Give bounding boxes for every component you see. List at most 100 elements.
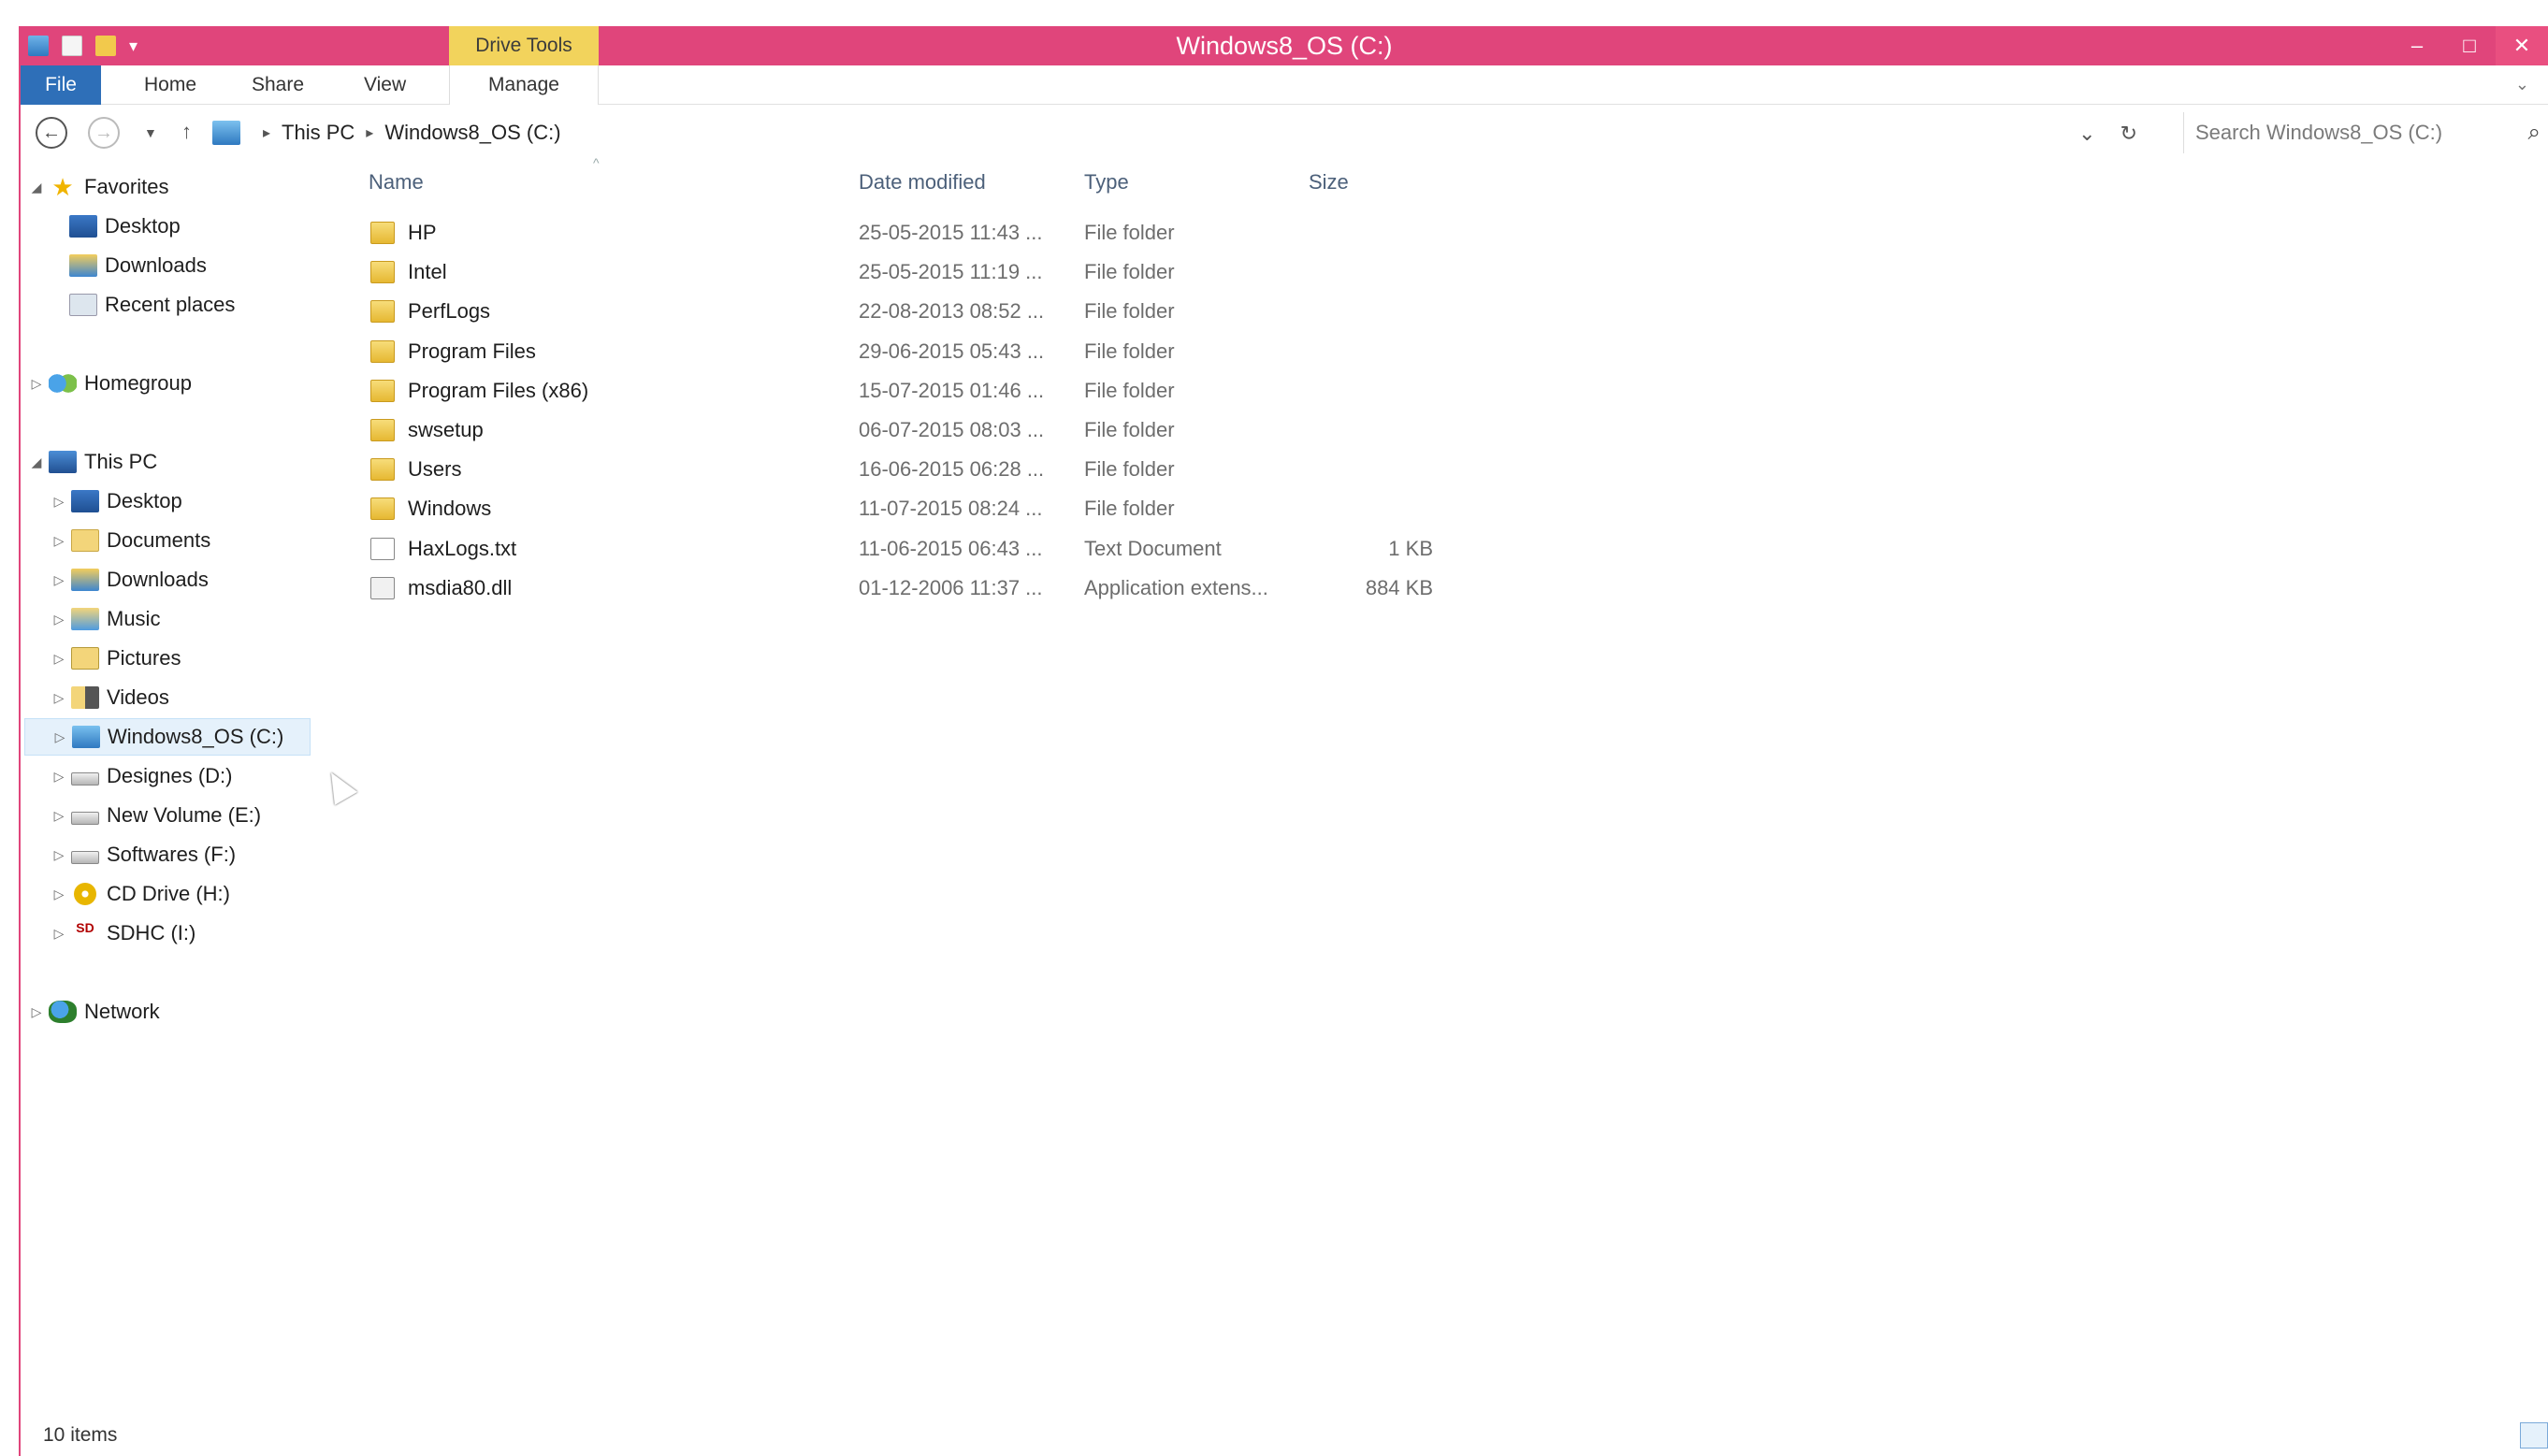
search-icon[interactable]: ⌕ [2528, 120, 2541, 146]
file-row[interactable]: PerfLogs 22-08-2013 08:52 ... File folder [348, 292, 1470, 331]
expand-arrow-icon[interactable]: ▷ [51, 690, 67, 706]
breadcrumb-this-pc[interactable]: This PC [282, 121, 355, 145]
expand-arrow-icon[interactable]: ▷ [51, 808, 67, 824]
nav-label: Desktop [107, 489, 182, 512]
file-name: Intel [408, 260, 447, 284]
expand-arrow-icon[interactable]: ▷ [51, 769, 67, 785]
breadcrumb-current[interactable]: Windows8_OS (C:) [384, 121, 560, 145]
column-date-modified[interactable]: Date modified [859, 161, 986, 204]
file-row[interactable]: swsetup 06-07-2015 08:03 ... File folder [348, 411, 1470, 450]
star-icon: ★ [51, 173, 74, 201]
videos-icon [71, 686, 99, 709]
title-bar: ▾ Drive Tools Windows8_OS (C:) – □ ✕ [21, 26, 2548, 65]
file-name: PerfLogs [408, 299, 491, 324]
back-button[interactable]: ← [36, 117, 67, 149]
file-row[interactable]: HP 25-05-2015 11:43 ... File folder [348, 213, 1470, 252]
expand-arrow-icon[interactable]: ▷ [51, 533, 67, 549]
recent-locations-icon[interactable]: ▼ [144, 125, 157, 140]
refresh-icon[interactable]: ↻ [2120, 122, 2136, 146]
nav-label: Homegroup [84, 371, 192, 395]
file-size [1311, 489, 1433, 528]
nav-network[interactable]: ▷ Network [28, 993, 160, 1031]
nav-favorites-downloads[interactable]: Downloads [65, 247, 207, 284]
expand-arrow-icon[interactable]: ▷ [51, 926, 67, 942]
nav-videos[interactable]: ▷ Videos [51, 679, 169, 716]
tab-share[interactable]: Share [231, 65, 325, 105]
folder-icon [370, 458, 395, 482]
nav-drive-f[interactable]: ▷ Softwares (F:) [51, 836, 237, 873]
collapse-arrow-icon[interactable]: ◢ [28, 454, 45, 470]
nav-label: Softwares (F:) [107, 843, 237, 866]
nav-label: Windows8_OS (C:) [108, 725, 284, 748]
tab-home[interactable]: Home [123, 65, 217, 105]
nav-downloads[interactable]: ▷ Downloads [51, 561, 209, 598]
file-type: Text Document [1084, 536, 1222, 560]
nav-recent-places[interactable]: Recent places [65, 286, 235, 324]
dll-file-icon [370, 576, 395, 599]
up-button[interactable]: ↑ [181, 120, 192, 144]
downloads-icon [71, 569, 99, 591]
details-view-icon[interactable] [2520, 1422, 2548, 1449]
column-name[interactable]: Name [369, 161, 424, 204]
column-size[interactable]: Size [1309, 161, 1349, 204]
file-row[interactable]: Program Files (x86) 15-07-2015 01:46 ... F… [348, 371, 1470, 411]
nav-homegroup[interactable]: ▷ Homegroup [28, 365, 192, 402]
search-input[interactable]: Search Windows8_OS (C:) ⌕ [2183, 112, 2548, 153]
address-bar[interactable]: ▸ This PC ▸ Windows8_OS (C:) [212, 112, 2111, 153]
expand-arrow-icon[interactable]: ▷ [51, 651, 67, 667]
tab-view[interactable]: View [343, 65, 427, 105]
file-row[interactable]: HaxLogs.txt 11-06-2015 06:43 ... Text Docu… [348, 529, 1470, 569]
expand-arrow-icon[interactable]: ▷ [28, 1004, 45, 1020]
file-name: HaxLogs.txt [408, 536, 517, 560]
tab-file[interactable]: File [21, 65, 101, 105]
expand-arrow-icon[interactable]: ▷ [51, 572, 67, 588]
file-row[interactable]: msdia80.dll 01-12-2006 11:37 ... Applicati… [348, 569, 1470, 608]
file-size: 884 KB [1365, 575, 1433, 599]
nav-label: Downloads [105, 253, 207, 277]
file-row[interactable]: Windows 11-07-2015 08:24 ... File folder [348, 489, 1470, 528]
nav-label: Favorites [84, 175, 169, 198]
file-row[interactable]: Users 16-06-2015 06:28 ... File folder [348, 450, 1470, 489]
nav-label: Videos [107, 685, 169, 709]
expand-arrow-icon[interactable]: ▷ [51, 729, 68, 745]
maximize-button[interactable]: □ [2443, 26, 2496, 65]
explorer-window: ▾ Drive Tools Windows8_OS (C:) – □ ✕ Fil… [19, 26, 2548, 1456]
nav-drive-d[interactable]: ▷ Designes (D:) [51, 757, 233, 795]
sd-card-icon: SD [71, 921, 99, 944]
nav-desktop[interactable]: ▷ Desktop [51, 483, 182, 520]
tab-manage[interactable]: Manage [449, 65, 599, 105]
nav-drive-c[interactable]: ▷ Windows8_OS (C:) [24, 718, 311, 756]
expand-arrow-icon[interactable]: ▷ [51, 887, 67, 902]
expand-ribbon-icon[interactable]: ⌄ [2515, 75, 2529, 94]
nav-label: Designes (D:) [107, 764, 233, 787]
nav-drive-i[interactable]: ▷ SD SDHC (I:) [51, 915, 195, 952]
nav-label: CD Drive (H:) [107, 882, 230, 905]
nav-pictures[interactable]: ▷ Pictures [51, 640, 181, 677]
nav-favorites-desktop[interactable]: Desktop [65, 208, 181, 245]
address-history-dropdown-icon[interactable]: ⌄ [2078, 122, 2095, 146]
nav-this-pc[interactable]: ◢ This PC [28, 443, 157, 481]
nav-music[interactable]: ▷ Music [51, 600, 160, 638]
nav-favorites[interactable]: ◢ ★ Favorites [28, 168, 169, 206]
ribbon-tabs: File Home Share View Manage ⌄ [21, 65, 2548, 105]
expand-arrow-icon[interactable]: ▷ [28, 376, 45, 392]
breadcrumb-separator-icon[interactable]: ▸ [263, 123, 270, 142]
close-button[interactable]: ✕ [2496, 26, 2548, 65]
forward-button[interactable]: → [88, 117, 120, 149]
nav-documents[interactable]: ▷ Documents [51, 522, 210, 559]
window-title: Windows8_OS (C:) [1176, 32, 1393, 60]
expand-arrow-icon[interactable]: ▷ [51, 612, 67, 627]
file-size [1311, 411, 1433, 450]
collapse-arrow-icon[interactable]: ◢ [28, 180, 45, 195]
expand-arrow-icon[interactable]: ▷ [51, 494, 67, 510]
nav-drive-h[interactable]: ▷ CD Drive (H:) [51, 875, 230, 913]
minimize-button[interactable]: – [2391, 26, 2443, 65]
nav-label: New Volume (E:) [107, 803, 262, 827]
column-type[interactable]: Type [1084, 161, 1129, 204]
file-row[interactable]: Intel 25-05-2015 11:19 ... File folder [348, 252, 1470, 292]
file-row[interactable]: Program Files 29-06-2015 05:43 ... File fo… [348, 332, 1470, 371]
nav-drive-e[interactable]: ▷ New Volume (E:) [51, 797, 261, 834]
breadcrumb-separator-icon[interactable]: ▸ [366, 123, 373, 142]
expand-arrow-icon[interactable]: ▷ [51, 847, 67, 863]
file-type: File folder [1084, 497, 1175, 521]
